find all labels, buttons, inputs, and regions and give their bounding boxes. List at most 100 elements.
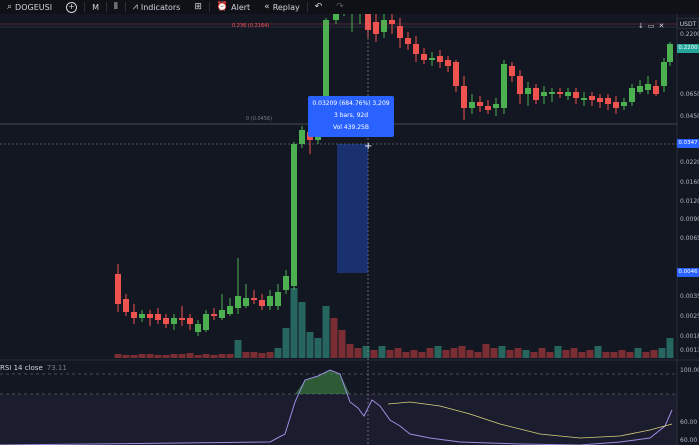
candle-body (621, 102, 627, 106)
volume-bar (146, 354, 154, 358)
volume-bar (362, 346, 370, 358)
symbol-search[interactable]: ⌕ DOGEUSI (0, 0, 59, 14)
volume-bar (162, 355, 170, 358)
candle-body (437, 56, 443, 62)
measure-tooltip: 0.03209 (684.76%) 3,209 3 bars, 92d Vol … (308, 96, 394, 137)
candle-body (195, 324, 201, 332)
candle-body (469, 102, 475, 108)
measure-volume: Vol 439.25B (333, 124, 369, 131)
candle-body (163, 318, 169, 324)
candle-body (645, 84, 651, 90)
candle-body (605, 98, 611, 104)
volume-bar (610, 352, 618, 358)
add-symbol-button[interactable]: + (59, 0, 84, 14)
candle-body (597, 98, 603, 102)
currency-selector[interactable]: USDT (677, 18, 699, 29)
indicators-button[interactable]: ⩘ Indicators (126, 0, 188, 14)
price-axis[interactable]: 0.22000.13000.06500.04500.03000.02200.01… (680, 31, 699, 444)
price-tag-lower: 0.0046 (677, 268, 699, 277)
candle-body (667, 44, 673, 62)
arrow-down-icon[interactable]: ↓ (638, 22, 644, 30)
close-icon[interactable]: ✕ (659, 22, 665, 30)
volume-bar (250, 352, 258, 358)
candle-body (211, 314, 217, 316)
volume-bar (402, 352, 410, 358)
measure-bars: 3 bars, 92d (333, 112, 369, 119)
volume-bar (490, 348, 498, 358)
price-axis-label: 0.0025 (680, 313, 699, 320)
candle-body (397, 26, 403, 38)
candle-body (613, 102, 619, 108)
redo-button[interactable]: ↷ (329, 0, 351, 14)
undo-button[interactable]: ↶ (308, 0, 330, 14)
volume-bar (266, 352, 274, 358)
volume-bar (330, 318, 338, 358)
volume-bar (218, 354, 226, 358)
price-axis-label: 0.0035 (680, 293, 699, 300)
volume-bar (618, 350, 626, 358)
price-chart[interactable]: 0.236 (0.2164)0 (0.0456)+ 0.22000.13000.… (0, 14, 699, 445)
measure-change: 0.03209 (684.76%) 3,209 (312, 100, 390, 107)
search-icon: ⌕ (7, 2, 13, 12)
volume-bar (314, 338, 322, 358)
volume-bar (650, 350, 658, 358)
chart-type-button[interactable]: ⫴ (107, 0, 125, 14)
rsi-axis-label: 60.00 (680, 419, 697, 426)
volume-bar (434, 346, 442, 358)
pane-controls: ↓ ▭ ✕ (638, 22, 664, 30)
indicators-icon: ⩘ (132, 2, 138, 12)
volume-bar (178, 354, 186, 358)
candle-body (557, 92, 563, 94)
candle-body (267, 296, 273, 306)
volume-bar (562, 350, 570, 358)
volume-bar (186, 353, 194, 358)
volume-bar (410, 350, 418, 358)
candlesticks (115, 14, 673, 336)
candle-body (179, 318, 185, 320)
volume-bar (602, 352, 610, 358)
replay-button[interactable]: « Replay (257, 0, 307, 14)
volume-bar (666, 338, 674, 358)
candle-body (275, 292, 281, 306)
interval-button[interactable]: M (85, 0, 106, 14)
volume-bar (290, 288, 298, 358)
price-axis-label: 0.0160 (680, 179, 699, 186)
candle-body (573, 92, 579, 98)
candle-body (661, 62, 667, 86)
price-axis-label: 0.0018 (680, 333, 699, 340)
collapse-icon[interactable]: ▭ (648, 22, 655, 30)
price-tag-current: 0.2200 (677, 44, 699, 53)
candle-body (493, 104, 499, 108)
top-toolbar: ⌕ DOGEUSI + M ⫴ ⩘ Indicators ⊞ ⏰ Alert «… (0, 0, 699, 14)
candle-body (389, 20, 395, 24)
volume-bar (354, 348, 362, 358)
volume-bar (378, 346, 386, 358)
layouts-button[interactable]: ⊞ (187, 0, 209, 14)
candle-body (413, 44, 419, 54)
volume-bar (170, 354, 178, 358)
volume-bar (506, 350, 514, 358)
alert-button[interactable]: ⏰ Alert (210, 0, 257, 14)
candle-body (251, 298, 257, 300)
price-axis-label: 0.0013 (680, 347, 699, 354)
indicators-label: Indicators (140, 2, 181, 12)
volume-bar (634, 348, 642, 358)
candle-body (333, 14, 339, 20)
volume-bar (242, 352, 250, 358)
volume-bar (458, 346, 466, 358)
price-axis-label: 0.0450 (680, 113, 699, 120)
candle-body (485, 106, 491, 110)
volume-bar (658, 348, 666, 358)
volume-bar (450, 348, 458, 358)
candle-body (509, 66, 515, 76)
candle-body (501, 64, 507, 108)
volume-bar (530, 352, 538, 358)
volume-bar (418, 352, 426, 358)
volume-bar (570, 348, 578, 358)
candle-body (421, 54, 427, 60)
crosshair-cursor: + (364, 141, 372, 152)
volume-bar (482, 344, 490, 358)
volume-bar (578, 352, 586, 358)
volume-bar (234, 340, 242, 358)
rsi-legend[interactable]: RSI 14 close 73.11 (0, 364, 67, 372)
